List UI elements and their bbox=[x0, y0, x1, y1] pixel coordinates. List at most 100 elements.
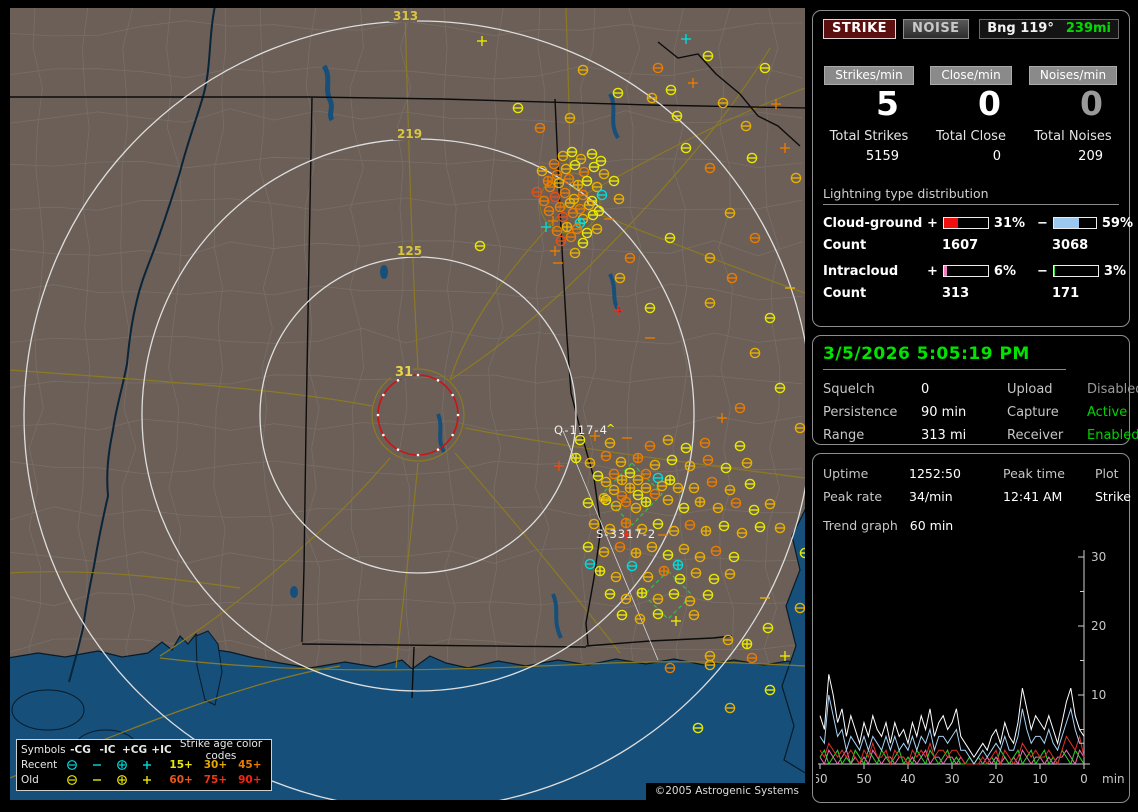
age-code-75: 75+ bbox=[198, 774, 232, 786]
svg-text:10: 10 bbox=[1091, 688, 1106, 702]
count-label: Count bbox=[823, 238, 927, 253]
legend-recent-label: Recent bbox=[21, 759, 64, 771]
total-close-label: Total Close bbox=[925, 129, 1017, 144]
count-label: Count bbox=[823, 286, 927, 301]
age-code-15: 15+ bbox=[164, 759, 198, 771]
strike-symbol-cg-positive bbox=[659, 566, 668, 575]
strikes-per-min-value: 5 bbox=[823, 87, 915, 122]
plus-sign: + bbox=[927, 264, 938, 279]
trend-graph-label: Trend graph bbox=[823, 518, 898, 533]
range-label: Range bbox=[823, 428, 921, 443]
intracloud-count-row: Count 313 171 bbox=[823, 286, 1119, 301]
svg-text:60: 60 bbox=[816, 772, 828, 786]
ic-positive-bar bbox=[943, 265, 989, 277]
peak-rate-label: Peak rate bbox=[823, 489, 909, 504]
squelch-label: Squelch bbox=[823, 382, 921, 397]
persistence-label: Persistence bbox=[823, 405, 921, 420]
peak-time-value: 12:41 AM bbox=[1003, 489, 1095, 504]
cloud-ground-count-row: Count 1607 3068 bbox=[823, 238, 1119, 253]
status-panel: 3/5/2026 5:05:19 PM Squelch 0 Upload Dis… bbox=[812, 335, 1130, 445]
cg-negative-count: 3068 bbox=[1037, 238, 1133, 253]
persistence-value: 90 min bbox=[921, 405, 1007, 420]
plus-icon bbox=[139, 774, 164, 786]
legend-cg-pos-header: +CG bbox=[121, 744, 148, 756]
circle-minus-icon bbox=[64, 759, 89, 771]
strike-symbol-cg-positive bbox=[665, 475, 674, 484]
plot-label: Plot bbox=[1095, 466, 1131, 481]
strike-symbol-cg-positive bbox=[673, 560, 682, 569]
lake bbox=[290, 586, 298, 598]
peak-rate-value: 34/min bbox=[909, 489, 1003, 504]
strike-symbol-cg-positive bbox=[599, 493, 608, 502]
ic-positive-pct: 6% bbox=[994, 264, 1016, 279]
bearing-value: Bng 119° bbox=[987, 21, 1054, 36]
distribution-title: Lightning type distribution bbox=[823, 186, 1119, 205]
storm-cell-label: S-3317-2 bbox=[596, 527, 656, 541]
strikes-per-min-button[interactable]: Strikes/min bbox=[824, 66, 913, 85]
close-counter-column: Close/min 0 Total Close 0 bbox=[925, 64, 1017, 164]
strike-symbol-cg-positive bbox=[573, 180, 582, 189]
legend-ic-neg-header: -IC bbox=[94, 744, 121, 756]
svg-text:40: 40 bbox=[900, 772, 915, 786]
uptime-value: 1252:50 bbox=[909, 466, 1003, 481]
strike-symbol-cg-positive bbox=[595, 566, 604, 575]
lightning-map[interactable]: 313 219 125 31 Q-117-4 ^ S-3317-2 Symbol… bbox=[10, 8, 805, 800]
close-per-min-value: 0 bbox=[925, 87, 1017, 122]
ic-negative-count: 171 bbox=[1037, 286, 1133, 301]
ring-label-313: 313 bbox=[393, 9, 418, 23]
trend-series-Total strikes bbox=[820, 674, 1084, 757]
receiver-label: Receiver bbox=[1007, 428, 1087, 443]
range-value: 313 mi bbox=[921, 428, 1007, 443]
noise-indicator-button[interactable]: NOISE bbox=[903, 19, 969, 39]
strike-symbol-cg-positive bbox=[641, 497, 650, 506]
cg-negative-pct: 59% bbox=[1102, 216, 1133, 231]
legend-header-row: Symbols -CG -IC +CG +IC Strike age color… bbox=[21, 742, 267, 757]
age-code-60: 60+ bbox=[164, 774, 198, 786]
strike-symbol-cg-positive bbox=[617, 475, 626, 484]
symbol-legend: Symbols -CG -IC +CG +IC Strike age color… bbox=[16, 739, 272, 791]
ring-label-219: 219 bbox=[397, 127, 422, 141]
receiver-status: Enabled bbox=[1087, 428, 1138, 443]
bearing-readout: Bng 119° 239mi bbox=[979, 19, 1119, 39]
ic-negative-pct: 3% bbox=[1104, 264, 1126, 279]
storm-cell-marker: ^ bbox=[606, 422, 615, 435]
svg-text:10: 10 bbox=[1032, 772, 1047, 786]
close-per-min-button[interactable]: Close/min bbox=[930, 66, 1011, 85]
intracloud-label: Intracloud bbox=[823, 264, 927, 279]
lake bbox=[380, 265, 388, 279]
uptime-label: Uptime bbox=[823, 466, 909, 481]
strike-symbol-cg-positive bbox=[631, 548, 640, 557]
age-code-30: 30+ bbox=[198, 759, 232, 771]
upload-label: Upload bbox=[1007, 382, 1087, 397]
cloud-ground-row: Cloud-ground +31% −59% bbox=[823, 216, 1119, 231]
ring-label-31: 31 bbox=[395, 365, 413, 380]
total-strikes-label: Total Strikes bbox=[823, 129, 915, 144]
minus-sign: − bbox=[1037, 264, 1048, 279]
cg-positive-count: 1607 bbox=[927, 238, 1037, 253]
noises-counter-column: Noises/min 0 Total Noises 209 bbox=[1027, 64, 1119, 164]
age-code-90: 90+ bbox=[233, 774, 267, 786]
storm-cell-label: Q-117-4 bbox=[554, 423, 608, 437]
date-time-display: 3/5/2026 5:05:19 PM bbox=[823, 344, 1119, 364]
capture-status: Active bbox=[1087, 405, 1138, 420]
age-code-45: 45+ bbox=[233, 759, 267, 771]
svg-text:50: 50 bbox=[856, 772, 871, 786]
cg-negative-bar bbox=[1053, 217, 1097, 229]
strike-symbol-cg-positive bbox=[625, 483, 634, 492]
strike-counters-panel: STRIKE NOISE Bng 119° 239mi Strikes/min 5… bbox=[812, 10, 1130, 327]
trend-graph: 1020306050403020100min bbox=[816, 542, 1128, 800]
svg-text:20: 20 bbox=[988, 772, 1003, 786]
noises-per-min-button[interactable]: Noises/min bbox=[1029, 66, 1117, 85]
strikes-counter-column: Strikes/min 5 Total Strikes 5159 bbox=[823, 64, 915, 164]
strike-symbol-cg-positive bbox=[633, 453, 642, 462]
legend-cg-neg-header: -CG bbox=[67, 744, 94, 756]
svg-text:30: 30 bbox=[944, 772, 959, 786]
svg-text:30: 30 bbox=[1091, 550, 1106, 564]
strike-symbol-cg-positive bbox=[637, 588, 646, 597]
noises-per-min-value: 0 bbox=[1027, 87, 1119, 122]
lake bbox=[12, 690, 84, 730]
copyright-notice: ©2005 Astrogenic Systems bbox=[646, 783, 805, 800]
minus-sign: − bbox=[1037, 216, 1048, 231]
distance-value: 239mi bbox=[1066, 21, 1111, 36]
strike-indicator-button[interactable]: STRIKE bbox=[823, 19, 896, 39]
